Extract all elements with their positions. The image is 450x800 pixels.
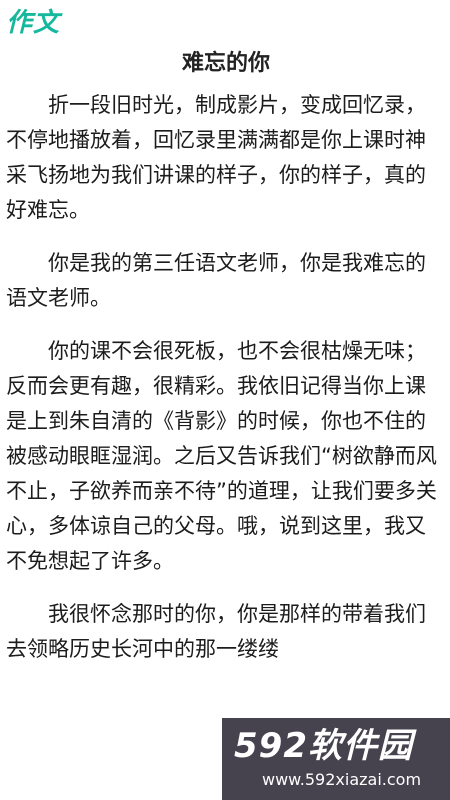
watermark-logo: 592软件园 bbox=[234, 726, 413, 766]
article-paragraph: 折一段旧时光，制成影片，变成回忆录，不停地播放着，回忆录里满满都是你上课时神采飞… bbox=[6, 93, 426, 222]
watermark-url: www.592xiazai.com bbox=[262, 770, 422, 789]
article-paragraph: 我很怀念那时的你，你是那样的带着我们去领略历史长河中的那一缕缕 bbox=[6, 602, 426, 661]
article-content: 难忘的你 折一段旧时光，制成影片，变成回忆录，不停地播放着，回忆录里满满都是你上… bbox=[6, 42, 446, 685]
site-watermark: 592软件园 www.592xiazai.com bbox=[222, 718, 450, 800]
article-paragraph: 你的课不会很死板，也不会很枯燥无味；反而会更有趣，很精彩。我依旧记得当你上课是上… bbox=[6, 339, 437, 573]
app-header: 作文 bbox=[0, 0, 450, 40]
app-logo: 作文 bbox=[6, 8, 61, 38]
article-paragraph: 你是我的第三任语文老师，你是我难忘的语文老师。 bbox=[6, 251, 426, 310]
article-title: 难忘的你 bbox=[181, 51, 270, 76]
